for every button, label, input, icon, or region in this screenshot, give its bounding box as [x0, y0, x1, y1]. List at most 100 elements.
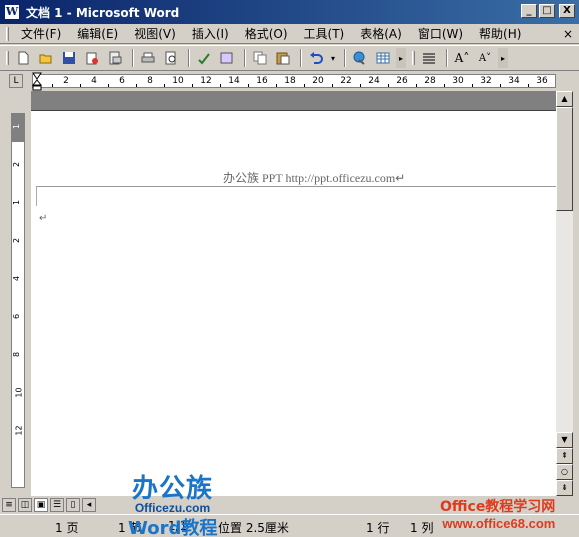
word-app-icon[interactable]: W: [4, 4, 20, 20]
toolbar-separator: [132, 49, 134, 67]
word-tutorial-watermark: Word教程: [128, 518, 218, 537]
research-icon[interactable]: [217, 48, 237, 68]
toolbar-separator: [188, 49, 190, 67]
ruler-tick: [472, 84, 473, 87]
menu-table[interactable]: 表格(A): [352, 25, 410, 43]
horizontal-ruler[interactable]: 2 4 6 8 10 12 14 16 18 20 22 24 26 28 30 32 34 36: [32, 74, 556, 88]
ruler-tick: [528, 84, 529, 87]
table-icon[interactable]: [373, 48, 393, 68]
close-button[interactable]: X: [559, 4, 575, 18]
indent-marker[interactable]: [31, 71, 43, 91]
menu-format[interactable]: 格式(O): [237, 25, 296, 43]
ruler-tick: [80, 84, 81, 87]
ruler-number: 4: [91, 76, 97, 86]
ruler-number: 6: [119, 76, 125, 86]
ruler-tick: [164, 84, 165, 87]
ruler-number: 28: [424, 76, 436, 86]
toolbar-grip[interactable]: [6, 51, 9, 65]
print-layout-icon[interactable]: ▣: [34, 498, 48, 512]
grow-font-icon[interactable]: A˄: [452, 48, 472, 68]
vertical-scrollbar[interactable]: ▲ ▼ ⇞ ○ ⇟: [556, 91, 573, 496]
page-gap: [31, 91, 556, 111]
scroll-down-icon[interactable]: ▼: [556, 432, 573, 448]
menu-tools[interactable]: 工具(T): [296, 25, 353, 43]
open-icon[interactable]: [36, 48, 56, 68]
document-close-icon[interactable]: ×: [563, 27, 573, 41]
toolbar-separator: [244, 49, 246, 67]
new-icon[interactable]: [13, 48, 33, 68]
next-page-icon[interactable]: ⇟: [556, 480, 573, 496]
minimize-button[interactable]: _: [521, 4, 537, 18]
ruler-number: 22: [340, 76, 352, 86]
save-icon[interactable]: [59, 48, 79, 68]
menu-view[interactable]: 视图(V): [126, 25, 184, 43]
ruler-tick: [220, 84, 221, 87]
ruler-number: 24: [368, 76, 380, 86]
vertical-ruler-number: 12: [14, 425, 24, 436]
outline-view-icon[interactable]: ☰: [50, 498, 64, 512]
watermark-logo-sub: Officezu.com: [134, 501, 211, 515]
spelling-icon[interactable]: [194, 48, 214, 68]
status-line: 1 行: [366, 521, 390, 535]
undo-icon[interactable]: [306, 48, 326, 68]
margin-corner-mark: [36, 186, 42, 206]
email-icon[interactable]: [105, 48, 125, 68]
reading-view-icon[interactable]: ▯: [66, 498, 80, 512]
menu-insert[interactable]: 插入(I): [184, 25, 237, 43]
menu-help[interactable]: 帮助(H): [471, 25, 529, 43]
shrink-font-icon[interactable]: A˅: [475, 48, 495, 68]
normal-view-icon[interactable]: ≡: [2, 498, 16, 512]
menu-file[interactable]: 文件(F): [13, 25, 69, 43]
ruler-tick: [332, 84, 333, 87]
paste-icon[interactable]: [273, 48, 293, 68]
toolbar-overflow-icon[interactable]: ▸: [396, 48, 406, 68]
vertical-ruler[interactable]: 1 2 1 2 4 6 8 10 12: [11, 113, 25, 488]
ruler-tick: [52, 84, 53, 87]
print-icon[interactable]: [138, 48, 158, 68]
ruler-number: 20: [312, 76, 324, 86]
document-area[interactable]: 办公族 PPT http://ppt.officezu.com↵ ↵: [31, 91, 556, 496]
undo-dropdown-icon[interactable]: ▾: [329, 48, 337, 68]
scroll-thumb[interactable]: [556, 107, 573, 211]
toolbar-separator: [300, 49, 302, 67]
vertical-ruler-number: 2: [12, 161, 22, 168]
previous-page-icon[interactable]: ⇞: [556, 448, 573, 464]
status-page: 1 页: [55, 521, 79, 535]
ruler-number: 12: [200, 76, 212, 86]
browse-object-icon[interactable]: ○: [556, 464, 573, 480]
maximize-button[interactable]: □: [539, 4, 555, 18]
ruler-number: 36: [536, 76, 548, 86]
scroll-up-icon[interactable]: ▲: [556, 91, 573, 107]
permission-icon[interactable]: [82, 48, 102, 68]
ruler-tick: [416, 84, 417, 87]
menu-grip[interactable]: [6, 26, 9, 41]
vertical-ruler-number: 8: [12, 351, 22, 358]
standard-toolbar: ▾ ▸ A˄ A˅ ▸: [0, 45, 579, 71]
menu-window[interactable]: 窗口(W): [410, 25, 471, 43]
ruler-number: 2: [63, 76, 69, 86]
page-header-text[interactable]: 办公族 PPT http://ppt.officezu.com↵: [223, 169, 405, 186]
status-column: 1 列: [410, 521, 434, 535]
status-position: 位置 2.5厘米: [218, 521, 289, 535]
copy-icon[interactable]: [250, 48, 270, 68]
vertical-ruler-number: 10: [14, 387, 24, 398]
title-bar: W 文档 1 - Microsoft Word _ □ X: [0, 0, 579, 24]
ruler-tick: [136, 84, 137, 87]
align-icon[interactable]: [419, 48, 439, 68]
web-view-icon[interactable]: ◫: [18, 498, 32, 512]
toolbar-separator: [446, 49, 448, 67]
scroll-left-icon[interactable]: ◂: [82, 498, 96, 512]
menu-edit[interactable]: 编辑(E): [69, 25, 126, 43]
window-title: 文档 1 - Microsoft Word: [26, 5, 180, 20]
toolbar-overflow-icon[interactable]: ▸: [498, 48, 508, 68]
ruler-tick: [108, 84, 109, 87]
ruler-tick: [192, 84, 193, 87]
ruler-tick: [248, 84, 249, 87]
toolbar-grip[interactable]: [412, 51, 415, 65]
ruler-number: 14: [228, 76, 240, 86]
window-controls: _ □ X: [521, 4, 575, 18]
print-preview-icon[interactable]: [161, 48, 181, 68]
tab-selector[interactable]: L: [9, 74, 23, 88]
hyperlink-icon[interactable]: [350, 48, 370, 68]
vertical-ruler-number: 6: [12, 313, 22, 320]
